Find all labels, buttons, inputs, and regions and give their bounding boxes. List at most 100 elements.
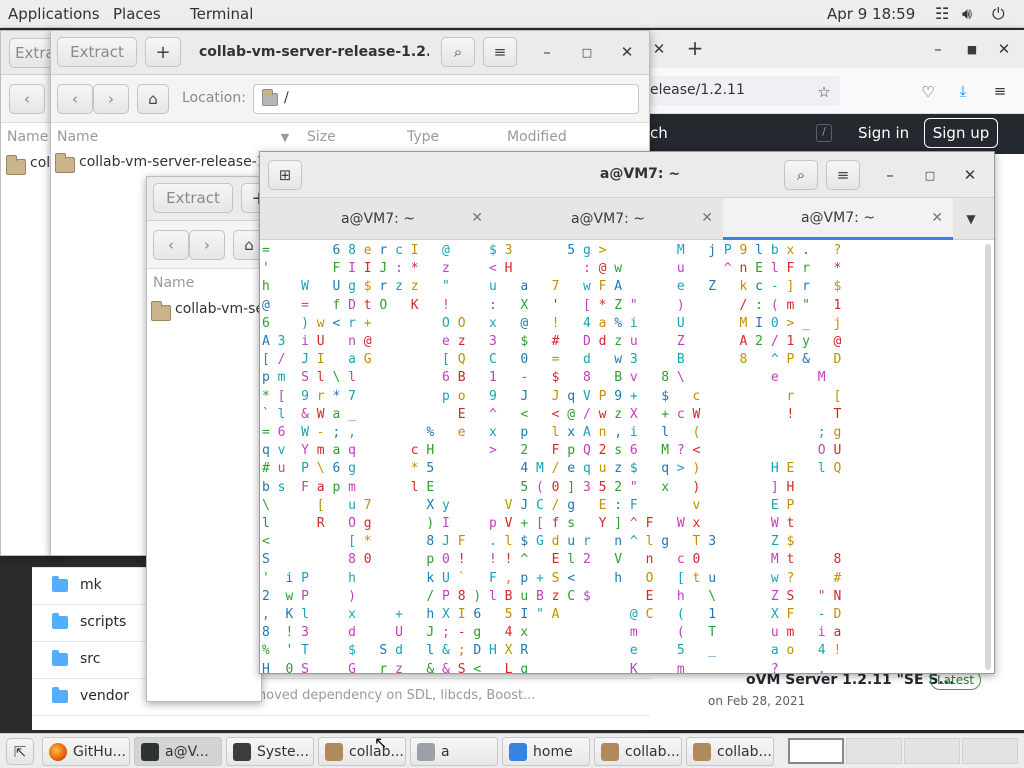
clock[interactable]: Apr 9 18:59 (827, 5, 915, 23)
search-icon[interactable]: ⌕ (441, 37, 475, 67)
sort-chevron-down-icon[interactable]: ▼ (277, 129, 293, 145)
volume-icon[interactable]: 🔊︎ (962, 4, 972, 24)
close-window-icon[interactable]: ✕ (994, 38, 1014, 60)
archive-icon (693, 742, 711, 761)
taskbar-item-home[interactable]: home (502, 737, 590, 766)
back-button[interactable]: ‹ (153, 230, 189, 260)
minimize-icon[interactable]: – (880, 164, 900, 186)
column-name[interactable]: Name (57, 129, 98, 145)
extract-button[interactable]: Extract (153, 183, 233, 213)
table-row[interactable] (32, 715, 650, 730)
terminal-line: ` l & W a _ E ^ < < @ / w z X + c W ! T (262, 406, 842, 422)
terminal-line: \ [ u 7 X y V J C / g E : F v E P (262, 497, 795, 513)
taskbar-item-archive-3[interactable]: collab... (686, 737, 774, 766)
new-tab-icon[interactable]: ⊞ (268, 160, 302, 190)
back-button[interactable]: ‹ (9, 84, 45, 114)
release-title[interactable]: oVM Server 1.2.11 "SE S... (746, 672, 954, 688)
pocket-icon[interactable]: ♡ (918, 82, 938, 102)
window-title: a@VM7: ~ (599, 166, 681, 182)
file-name[interactable]: collab-vm-se (175, 301, 261, 317)
bookmark-star-icon[interactable]: ☆ (814, 82, 834, 102)
terminal-menu[interactable]: Terminal (190, 5, 253, 23)
computer-icon (417, 742, 435, 761)
table-row[interactable]: vendor Removed dependency on SDL, libcds… (32, 678, 650, 715)
url-bar[interactable]: elease/1.2.11 (650, 76, 840, 106)
release-date: on Feb 28, 2021 (708, 694, 806, 708)
workspace-2[interactable] (846, 738, 902, 764)
add-files-button[interactable]: + (145, 37, 181, 67)
maximize-icon[interactable]: ■ (962, 38, 982, 60)
close-tab-icon[interactable]: ✕ (931, 210, 943, 226)
file-name[interactable]: vendor (80, 688, 129, 704)
new-tab-button[interactable]: + (684, 36, 706, 60)
terminal-output[interactable]: = 6 8 e r c I @ $ 3 5 g > M j P 9 l b x … (260, 240, 994, 673)
download-icon[interactable]: ⤓ (953, 80, 973, 102)
menu-icon[interactable]: ≡ (483, 37, 517, 67)
workspace-4[interactable] (962, 738, 1018, 764)
maximize-icon[interactable]: □ (577, 41, 597, 63)
forward-button[interactable]: › (189, 230, 225, 260)
commit-message[interactable]: Removed dependency on SDL, libcds, Boost… (237, 688, 535, 703)
minimize-icon[interactable]: – (537, 41, 557, 63)
toolbar: ‹ › ⌂ (147, 221, 261, 269)
github-search-fragment[interactable]: ch (650, 124, 668, 142)
forward-button[interactable]: › (93, 84, 129, 114)
terminal-line: l R O g ) I p V + [ f s Y ] ^ F W x W t (262, 516, 795, 532)
menu-icon[interactable]: ≡ (826, 160, 860, 190)
sign-up-button[interactable]: Sign up (924, 118, 998, 148)
column-name[interactable]: Name (7, 129, 48, 145)
taskbar-item-a[interactable]: a (410, 737, 498, 766)
workspace-3[interactable] (904, 738, 960, 764)
menu-icon[interactable]: ≡ (990, 80, 1010, 102)
taskbar-item-system-monitor[interactable]: Syste... (226, 737, 314, 766)
terminal-tab-2[interactable]: a@VM7: ~ ✕ (493, 198, 723, 240)
task-label: GitHu... (73, 743, 126, 760)
close-icon[interactable]: ✕ (650, 38, 668, 60)
close-icon[interactable]: ✕ (617, 41, 637, 63)
file-name[interactable]: scripts (80, 614, 126, 630)
minimize-icon[interactable]: – (928, 38, 948, 60)
close-icon[interactable]: ✕ (960, 164, 980, 186)
places-menu[interactable]: Places (113, 5, 161, 23)
column-name[interactable]: Name (153, 275, 194, 291)
task-label: home (533, 743, 573, 760)
taskbar-item-archive-1[interactable]: collab... (318, 737, 406, 766)
terminal-window: ⊞ a@VM7: ~ ⌕ ≡ – □ ✕ a@VM7: ~ ✕ a@VM7: ~… (259, 151, 995, 674)
location-field[interactable]: / (253, 84, 639, 114)
terminal-line: ' i P h k U ` F , p + S < h O [ t u w ? … (262, 570, 842, 586)
column-modified[interactable]: Modified (507, 129, 567, 145)
scrollbar[interactable] (985, 244, 991, 670)
extract-button[interactable]: Extract (57, 37, 137, 67)
tab-label: a@VM7: ~ (800, 209, 876, 226)
sign-in-link[interactable]: Sign in (858, 124, 909, 142)
file-name[interactable]: collab-vm-server-release-1 (79, 154, 266, 170)
terminal-line: # u P \ 6 g * 5 4 M / e q u z $ q > ) H … (262, 461, 842, 477)
power-icon[interactable]: ⏻ (992, 4, 1005, 24)
home-icon[interactable]: ⌂ (233, 230, 261, 260)
folder-icon (6, 155, 26, 175)
close-tab-icon[interactable]: ✕ (471, 210, 483, 226)
terminal-line: H 0 S G r z & & S < L g K m ? . (262, 661, 826, 673)
back-button[interactable]: ‹ (57, 84, 93, 114)
applications-menu[interactable]: Applications (8, 5, 100, 23)
search-icon[interactable]: ⌕ (784, 160, 818, 190)
taskbar-item-firefox[interactable]: GitHu... (42, 737, 130, 766)
folder-icon (151, 301, 171, 321)
column-size[interactable]: Size (307, 129, 336, 145)
terminal-tab-3[interactable]: a@VM7: ~ ✕ (723, 198, 953, 240)
taskbar-item-archive-2[interactable]: collab... (594, 737, 682, 766)
column-type[interactable]: Type (407, 129, 439, 145)
terminal-tab-1[interactable]: a@VM7: ~ ✕ (263, 198, 493, 240)
file-name[interactable]: mk (80, 577, 102, 593)
network-icon[interactable]: ☷ (935, 4, 949, 23)
workspace-1[interactable] (788, 738, 844, 764)
tab-label: a@VM7: ~ (570, 211, 646, 227)
tab-list-chevron-down-icon[interactable]: ▼ (960, 208, 982, 230)
close-tab-icon[interactable]: ✕ (701, 210, 713, 226)
home-icon[interactable]: ⌂ (137, 84, 169, 114)
show-desktop-icon[interactable]: ⇱ (6, 738, 34, 765)
terminal-line: h W U g $ r z z " u a 7 w F A e Z k c - … (262, 279, 842, 295)
taskbar-item-terminal[interactable]: a@V... (134, 737, 222, 766)
file-name[interactable]: src (80, 651, 100, 667)
maximize-icon[interactable]: □ (920, 164, 940, 186)
